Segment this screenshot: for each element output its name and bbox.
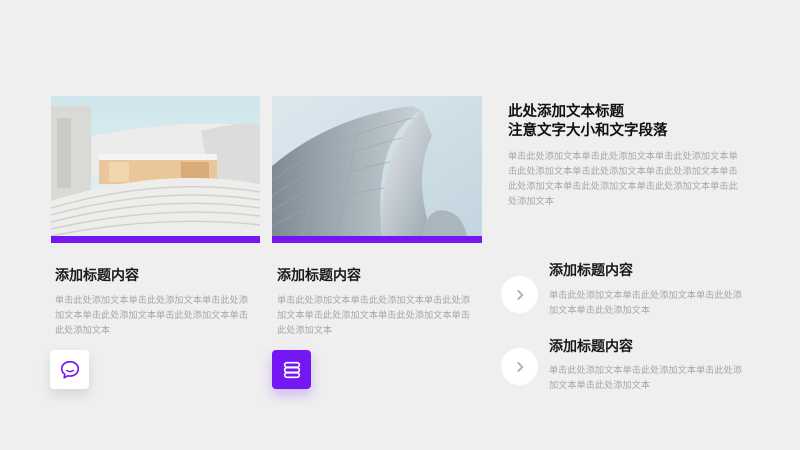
column-2-title: 添加标题内容 [277,268,361,284]
coins-stack-icon-box [272,350,311,389]
architecture-photo-card [272,96,482,243]
main-title: 此处添加文本标题 注意文字大小和文字段落 [508,103,668,141]
chevron-right-icon [516,289,523,300]
amphitheater-photo [51,96,260,236]
column-1-body: 单击此处添加文本单击此处添加文本单击此处添加文本单击此处添加文本单击此处添加文本… [55,295,248,336]
main-body-text: 单击此处添加文本单击此处添加文本单击此处添加文本单击此处添加文本单击此处添加文本… [508,151,738,207]
item-2-body: 单击此处添加文本单击此处添加文本单击此处添加文本单击此处添加文本 [549,365,742,391]
chat-bubble-icon [60,360,79,379]
item-1-chevron-circle[interactable] [501,276,538,313]
item-1-body: 单击此处添加文本单击此处添加文本单击此处添加文本单击此处添加文本 [549,290,742,316]
accent-bar [272,236,482,243]
item-2-title: 添加标题内容 [549,339,633,355]
item-1-title: 添加标题内容 [549,263,633,279]
accent-bar [51,236,260,243]
curved-building-photo [272,96,482,236]
amphitheater-photo-card [51,96,260,243]
item-2-chevron-circle[interactable] [501,348,538,385]
coins-stack-icon [283,361,300,378]
main-title-line-2: 注意文字大小和文字段落 [508,123,668,139]
column-2-body: 单击此处添加文本单击此处添加文本单击此处添加文本单击此处添加文本单击此处添加文本… [277,295,470,336]
chevron-right-icon [516,361,523,372]
main-title-line-1: 此处添加文本标题 [508,104,624,120]
column-1-title: 添加标题内容 [55,268,139,284]
chat-bubble-icon-box [50,350,89,389]
